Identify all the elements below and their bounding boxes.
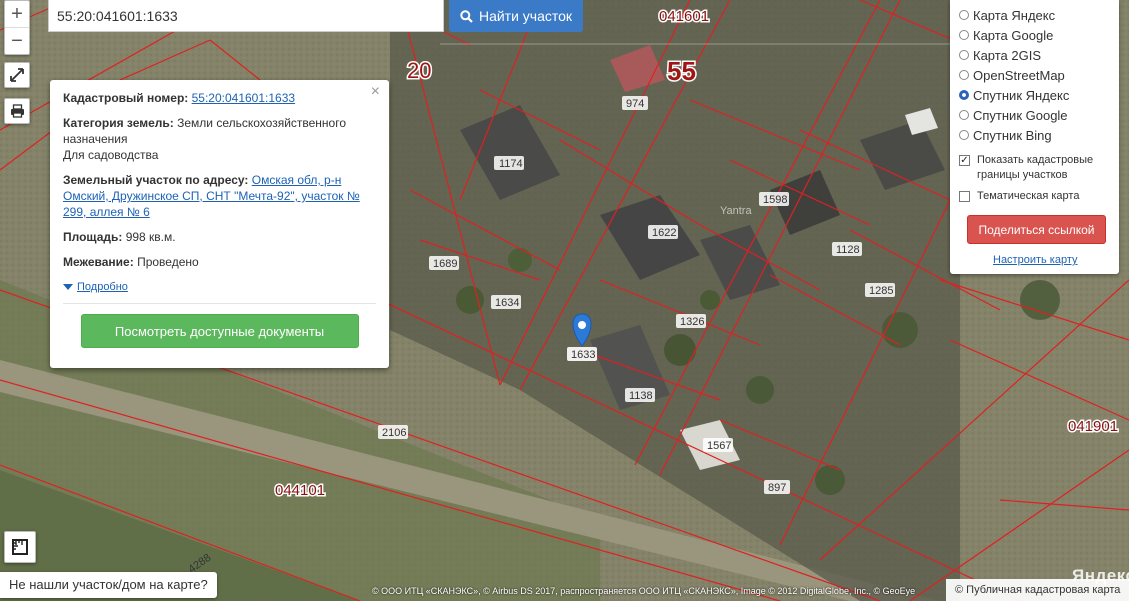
- block-label: 044101: [275, 482, 325, 499]
- zoom-out-button[interactable]: −: [5, 27, 29, 54]
- layer-option-label: Карта Google: [973, 27, 1054, 43]
- parcel-info-popup: × Кадастровый номер: 55:20:041601:1633 К…: [50, 80, 389, 368]
- layer-option[interactable]: Карта Google: [959, 25, 1110, 45]
- parcel-label: 1174: [499, 158, 523, 170]
- find-parcel-button[interactable]: Найти участок: [449, 0, 583, 32]
- caret-down-icon: [63, 283, 73, 290]
- region-label: 55: [667, 56, 696, 86]
- radio-icon: [959, 110, 969, 120]
- layer-option-label: Спутник Bing: [973, 127, 1052, 143]
- category-use: Для садоводства: [63, 148, 159, 162]
- find-parcel-label: Найти участок: [478, 8, 573, 24]
- checkbox-checked-icon: ✓: [959, 155, 970, 166]
- radio-icon: [959, 30, 969, 40]
- layer-option-label: Карта 2GIS: [973, 47, 1042, 63]
- area-label: Площадь:: [63, 230, 123, 244]
- parcel-label: 1285: [869, 285, 893, 297]
- layer-switcher: Карта Яндекс Карта Google Карта 2GIS Ope…: [950, 0, 1119, 274]
- layer-option-label: OpenStreetMap: [973, 67, 1065, 83]
- fullscreen-button[interactable]: [4, 62, 30, 88]
- not-found-button[interactable]: Не нашли участок/дом на карте?: [0, 572, 217, 598]
- pkk-credit: © Публичная кадастровая карта: [946, 579, 1129, 601]
- popup-divider: [63, 303, 376, 304]
- survey-value: Проведено: [137, 255, 199, 269]
- survey-row: Межевание: Проведено: [63, 254, 376, 270]
- radio-icon: [959, 10, 969, 20]
- radio-icon: [959, 70, 969, 80]
- zoom-control: + −: [4, 0, 30, 55]
- search-icon: [460, 9, 473, 23]
- expand-icon: [10, 68, 24, 82]
- area-row: Площадь: 998 кв.м.: [63, 229, 376, 245]
- layer-option[interactable]: OpenStreetMap: [959, 65, 1110, 85]
- radio-selected-icon: [959, 90, 969, 100]
- details-toggle[interactable]: Подробно: [63, 279, 376, 295]
- layer-option[interactable]: Спутник Google: [959, 105, 1110, 125]
- map-attribution: © ООО ИТЦ «СКАНЭКС», © Airbus DS 2017, р…: [372, 586, 916, 596]
- cadastral-search-input[interactable]: [48, 0, 444, 32]
- area-value: 998 кв.м.: [125, 230, 176, 244]
- share-link-button[interactable]: Поделиться ссылкой: [967, 215, 1106, 244]
- parcel-label: 1634: [495, 297, 519, 309]
- measure-button[interactable]: [4, 531, 36, 563]
- address-label: Земельный участок по адресу:: [63, 173, 249, 187]
- zoom-in-button[interactable]: +: [5, 1, 29, 27]
- selected-parcel-label: 1633: [571, 349, 595, 361]
- block-label: 041901: [1068, 418, 1118, 435]
- parcel-label: 2106: [382, 427, 406, 439]
- layer-option[interactable]: Спутник Bing: [959, 125, 1110, 145]
- thematic-map-checkbox[interactable]: Тематическая карта: [959, 189, 1110, 204]
- parcel-label: 1622: [652, 227, 676, 239]
- details-link[interactable]: Подробно: [77, 279, 128, 295]
- radio-icon: [959, 50, 969, 60]
- layer-option-label: Спутник Яндекс: [973, 87, 1070, 103]
- cadastral-number-link[interactable]: 55:20:041601:1633: [192, 91, 295, 105]
- address-row: Земельный участок по адресу: Омская обл,…: [63, 172, 376, 220]
- category-label: Категория земель:: [63, 116, 174, 130]
- region-label: 20: [407, 58, 431, 83]
- cadastral-number-label: Кадастровый номер:: [63, 91, 189, 105]
- configure-map-link[interactable]: Настроить карту: [993, 254, 1078, 266]
- block-label: 041601: [659, 8, 709, 25]
- show-boundaries-checkbox[interactable]: ✓ Показать кадастровые границы участков: [959, 153, 1110, 183]
- survey-label: Межевание:: [63, 255, 134, 269]
- parcel-label: 974: [626, 98, 644, 110]
- printer-icon: [10, 104, 24, 118]
- parcel-label: 1689: [433, 258, 457, 270]
- parcel-label: 1138: [629, 390, 653, 402]
- print-button[interactable]: [4, 98, 30, 124]
- layer-option-label: Карта Яндекс: [973, 7, 1056, 23]
- layer-option[interactable]: Карта Яндекс: [959, 5, 1110, 25]
- radio-icon: [959, 130, 969, 140]
- parcel-label: 1326: [680, 316, 704, 328]
- layer-option-label: Спутник Google: [973, 107, 1068, 123]
- layer-option[interactable]: Карта 2GIS: [959, 45, 1110, 65]
- parcel-label: 1567: [707, 440, 731, 452]
- thematic-map-label: Тематическая карта: [977, 190, 1080, 202]
- parcel-label: 1128: [836, 244, 860, 256]
- cadastral-number-row: Кадастровый номер: 55:20:041601:1633: [63, 90, 376, 106]
- close-icon[interactable]: ×: [371, 84, 380, 100]
- view-documents-button[interactable]: Посмотреть доступные документы: [80, 314, 359, 348]
- layer-option[interactable]: Спутник Яндекс: [959, 85, 1110, 105]
- ground-text: Yantra: [720, 205, 752, 217]
- ruler-icon: [12, 539, 28, 555]
- checkbox-icon: [959, 191, 970, 202]
- parcel-label: 1598: [763, 194, 787, 206]
- parcel-label: 897: [768, 482, 786, 494]
- show-boundaries-label: Показать кадастровые границы участков: [977, 154, 1094, 181]
- category-row: Категория земель: Земли сельскохозяйстве…: [63, 115, 376, 163]
